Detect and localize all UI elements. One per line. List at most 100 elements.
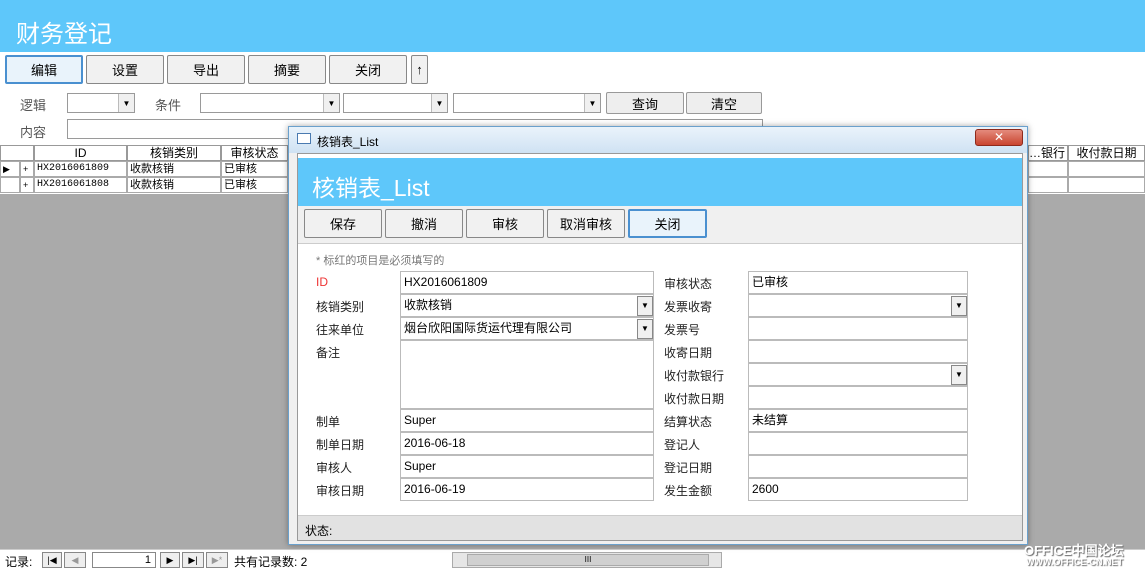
table-cell-bank[interactable]	[1028, 177, 1068, 193]
table-cell-status[interactable]: 已审核	[221, 177, 288, 193]
chevron-down-icon: ▼	[951, 296, 967, 316]
condition-label: 条件	[155, 98, 182, 113]
table-cell-pay-date[interactable]	[1068, 177, 1145, 193]
review-status-field[interactable]: 已审核	[748, 271, 968, 294]
condition-value-select[interactable]: ▼	[453, 93, 601, 113]
invoice-sent-label: 发票收寄	[664, 300, 713, 314]
invoice-no-label: 发票号	[664, 323, 701, 337]
registrar-label: 登记人	[664, 438, 701, 452]
edit-button[interactable]: 编辑	[5, 55, 83, 84]
export-button[interactable]: 导出	[167, 55, 245, 84]
chevron-down-icon: ▼	[431, 94, 447, 112]
id-label: ID	[316, 275, 328, 289]
row-selector[interactable]	[0, 177, 20, 193]
approve-button[interactable]: 审核	[466, 209, 544, 238]
scrollbar-thumb[interactable]: III	[467, 554, 709, 566]
registrar-field[interactable]	[748, 432, 968, 455]
expand-icon[interactable]: +	[20, 177, 34, 193]
make-date-label: 制单日期	[316, 438, 365, 452]
table-cell-type[interactable]: 收款核销	[127, 161, 221, 177]
dialog-content: 核销表_List 保存 撤消 审核 取消审核 关闭 * 标红的项目是必须填写的 …	[297, 153, 1023, 541]
grid-header-id[interactable]: ID	[34, 145, 127, 161]
sent-date-field[interactable]	[748, 340, 968, 363]
unapprove-button[interactable]: 取消审核	[547, 209, 625, 238]
chevron-down-icon: ▼	[951, 365, 967, 385]
condition-operator-select[interactable]: ▼	[343, 93, 448, 113]
query-button[interactable]: 查询	[606, 92, 684, 114]
review-status-label: 审核状态	[664, 277, 713, 291]
grid-header-pay-date[interactable]: 收付款日期	[1068, 145, 1145, 161]
reg-date-field[interactable]	[748, 455, 968, 478]
settle-status-field[interactable]: 未结算	[748, 409, 968, 432]
settings-button[interactable]: 设置	[86, 55, 164, 84]
reg-date-label: 登记日期	[664, 461, 713, 475]
close-button[interactable]: 关闭	[329, 55, 407, 84]
partner-select[interactable]: 烟台欣阳国际货运代理有限公司 ▼	[400, 317, 654, 340]
summary-button[interactable]: 摘要	[248, 55, 326, 84]
table-cell-id[interactable]: HX2016061808	[34, 177, 127, 193]
grid-header-type[interactable]: 核销类别	[127, 145, 221, 161]
first-record-icon[interactable]: |◀	[42, 552, 62, 568]
partner-value: 烟台欣阳国际货运代理有限公司	[404, 321, 573, 335]
chevron-down-icon: ▼	[118, 94, 134, 112]
grid-header-status[interactable]: 审核状态	[221, 145, 288, 161]
maker-field[interactable]: Super	[400, 409, 654, 432]
logic-label: 逻辑	[20, 98, 47, 113]
review-date-field[interactable]: 2016-06-19	[400, 478, 654, 501]
next-record-icon[interactable]: ▶	[160, 552, 180, 568]
sent-date-label: 收寄日期	[664, 346, 713, 360]
type-select[interactable]: 收款核销 ▼	[400, 294, 654, 317]
current-record-input[interactable]: 1	[92, 552, 156, 568]
logic-select[interactable]: ▼	[67, 93, 135, 113]
app-title: 财务登记	[16, 21, 112, 48]
undo-button[interactable]: 撤消	[385, 209, 463, 238]
save-button[interactable]: 保存	[304, 209, 382, 238]
dialog-titlebar: 核销表_List ✕	[289, 127, 1027, 153]
bank-label: 收付款银行	[664, 369, 725, 383]
chevron-down-icon: ▼	[637, 296, 653, 316]
reviewer-field[interactable]: Super	[400, 455, 654, 478]
clear-button[interactable]: 清空	[686, 92, 762, 114]
table-cell-pay-date[interactable]	[1068, 161, 1145, 177]
notes-label: 备注	[316, 346, 341, 360]
amount-field[interactable]: 2600	[748, 478, 968, 501]
notes-field[interactable]	[400, 340, 654, 409]
grid-header-bank[interactable]: …银行	[1028, 145, 1068, 161]
row-selector-icon[interactable]: ▶	[0, 161, 20, 177]
table-cell-id[interactable]: HX2016061809	[34, 161, 127, 177]
chevron-down-icon: ▼	[584, 94, 600, 112]
chevron-down-icon: ▼	[637, 319, 653, 339]
condition-field-select[interactable]: ▼	[200, 93, 340, 113]
form-icon	[297, 133, 311, 144]
dialog-header-title: 核销表_List	[312, 175, 430, 201]
settle-status-label: 结算状态	[664, 415, 713, 429]
prev-record-icon[interactable]: ◀	[64, 552, 86, 568]
invoice-sent-select[interactable]: ▼	[748, 294, 968, 317]
dialog-close-icon[interactable]: ✕	[975, 129, 1023, 146]
grid-corner	[0, 145, 34, 161]
invoice-no-field[interactable]	[748, 317, 968, 340]
table-cell-bank[interactable]	[1028, 161, 1068, 177]
review-date-label: 审核日期	[316, 484, 365, 498]
required-hint: * 标红的项目是必须填写的	[316, 255, 445, 267]
chevron-down-icon: ▼	[323, 94, 339, 112]
dialog-status-label: 状态:	[305, 524, 333, 538]
bank-select[interactable]: ▼	[748, 363, 968, 386]
dialog-close-button[interactable]: 关闭	[628, 209, 707, 238]
table-cell-type[interactable]: 收款核销	[127, 177, 221, 193]
dialog-header: 核销表_List	[298, 158, 1022, 206]
table-cell-status[interactable]: 已审核	[221, 161, 288, 177]
make-date-field[interactable]: 2016-06-18	[400, 432, 654, 455]
last-record-icon[interactable]: ▶|	[182, 552, 204, 568]
type-value: 收款核销	[404, 298, 453, 312]
dialog-window-title: 核销表_List	[317, 135, 379, 149]
dialog-status-bar: 状态:	[298, 515, 1022, 540]
horizontal-scrollbar[interactable]: III	[452, 552, 722, 568]
pay-date-field[interactable]	[748, 386, 968, 409]
app-header: 财务登记	[0, 0, 1145, 52]
id-field[interactable]: HX2016061809	[400, 271, 654, 294]
up-arrow-button[interactable]: ↑	[411, 55, 428, 84]
expand-icon[interactable]: +	[20, 161, 34, 177]
watermark-line2: WWW.OFFICE-CN.NET	[1026, 557, 1123, 567]
new-record-icon[interactable]: ▶*	[206, 552, 228, 568]
